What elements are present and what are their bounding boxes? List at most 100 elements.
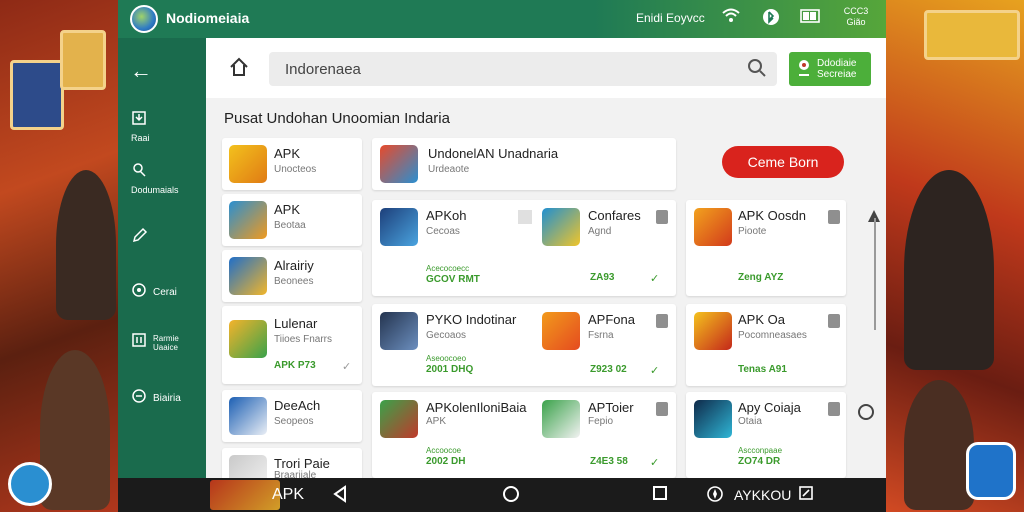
bookmark-icon[interactable] [828,210,840,224]
app-tag: Zeng AYZ [738,272,784,283]
list-item-title: Alrairiy [274,258,314,273]
app-tag: Z923 02 [590,364,627,375]
app-subtitle: Otaia [738,416,762,427]
download-icon [131,110,206,131]
account-button-line2: Secreiae [817,69,857,80]
sidebar-item-edit[interactable] [118,226,206,249]
list-item[interactable]: Lulenar Tiioes Fnarrs APK P73 ✓ [222,306,362,384]
bookmark-icon[interactable] [828,314,840,328]
app-card[interactable]: APKoh Cecoas Acecocoecc GCOV RMT Confare… [372,200,676,296]
app-card[interactable]: APK Oosdn Pioote Zeng AYZ [686,200,846,296]
list-item[interactable]: Alrairiy Beonees [222,250,362,302]
app-small-text: Accoocoe [426,446,462,455]
app-small-text: Aseoocoeo [426,354,467,363]
app-logo-icon [130,5,158,33]
app-preview-thumbnail [210,480,280,510]
list-item-subtitle: Seopeos [274,416,314,427]
main-panel: Ddodiaie Secreiae Pusat Undohan Unoomian… [206,38,886,478]
edit-square-icon[interactable] [798,485,814,507]
status-text: Enidi Eoyvcc [636,11,705,25]
app-card[interactable]: PYKO Indotinar Gecoaos Aseoocoeo 2001 DH… [372,304,676,386]
app-icon [229,455,267,478]
account-button-line1: Ddodiaie [817,58,857,69]
list-item[interactable]: DeeAch Seopeos [222,390,362,442]
search-icon[interactable] [747,58,767,83]
scroll-thumb[interactable] [858,404,874,420]
sidebar-item-library[interactable]: Biairia [118,388,206,409]
sidebar-item-rotate[interactable]: Rarmie Uaaice [118,332,206,353]
bookmark-icon[interactable] [656,210,668,224]
sidebar: ← Raai Dodumaials Cerai Rarmie Uaaice Bi… [118,38,206,512]
sidebar-item-label: Raai [131,133,150,143]
app-icon [229,257,267,295]
app-subtitle: APK [426,416,447,427]
pin-icon [131,162,206,183]
featured-subtitle: Urdeaote [428,164,470,175]
back-icon[interactable] [332,485,348,509]
account-button[interactable]: Ddodiaie Secreiae [789,52,871,86]
app-subtitle: Gecoaos [426,330,467,341]
bookmark-icon[interactable] [656,402,668,416]
app-card[interactable]: APKolenIloniBaia APK Accoocoe 2002 DH AP… [372,392,676,478]
check-icon: ✓ [650,273,660,285]
person-illustration [904,170,994,370]
list-item-subtitle: Braariiale [274,470,317,478]
sidebar-item-documents[interactable]: Dodumaials [118,162,206,196]
sidebar-item-downloads[interactable]: Raai [118,110,206,144]
recents-square-icon[interactable] [652,485,668,507]
status-badge: CCC3 Gião [843,6,869,27]
check-icon: ✓ [650,365,660,377]
app-tag: ZO74 DR [738,456,781,467]
search-bar[interactable] [269,52,777,86]
bookmark-icon[interactable] [828,402,840,416]
app-subtitle: Agnd [588,226,612,237]
app-small-text: Ascconpaae [738,446,783,455]
app-tag: 2001 DHQ [426,364,474,375]
home-icon[interactable] [228,56,250,84]
featured-card[interactable]: UndonelAN Unadnaria Urdeaote [372,138,676,190]
user-pin-icon [797,59,811,80]
app-icon [229,397,267,435]
home-circle-icon[interactable] [502,485,520,509]
app-icon [542,312,580,350]
scrollbar-track[interactable] [874,218,876,330]
app-subtitle: Pocomneasaes [738,330,807,341]
app-card[interactable]: Apy Coiaja Otaia Ascconpaae ZO74 DR [686,392,846,478]
sidebar-item-label: Rarmie Uaaice [153,333,179,352]
app-icon [229,320,267,358]
app-icon [380,312,418,350]
sidebar-item-settings[interactable]: Cerai [118,282,206,303]
app-title: APKoh [426,208,467,223]
rotate-icon [131,332,147,353]
primary-action-button[interactable]: Ceme Born [722,146,844,178]
app-title: APK Oa [738,312,785,327]
compass-icon[interactable] [706,485,724,509]
search-input[interactable] [269,52,729,86]
app-tag: ZA93 [590,272,615,283]
app-title: APK Oosdn [738,208,806,223]
navigation-bar: APK AYKKOU [118,478,886,512]
list-item[interactable]: Trori Paie Braariiale [222,448,362,478]
app-subtitle: Pioote [738,226,767,237]
list-item[interactable]: APK Beotaa [222,194,362,246]
app-logo-a-icon [966,442,1016,500]
list-item-title: Trori Paie [274,456,330,471]
top-toolbar: Ddodiaie Secreiae [206,38,886,98]
bookmark-icon[interactable] [656,314,668,328]
list-item[interactable]: APK Unocteos [222,138,362,190]
gear-icon [131,282,147,303]
back-arrow-icon[interactable]: ← [130,60,152,82]
pencil-icon [131,226,206,249]
sidebar-item-label: Biairia [153,393,181,404]
poster-card [924,10,1020,60]
app-title: APKolenIloniBaia [426,400,527,415]
app-icon [542,400,580,438]
app-icon [380,400,418,438]
bluetooth-icon [762,8,780,32]
app-tag: GCOV RMT [426,274,480,285]
app-title: APToier [588,400,634,415]
right-poster-background [884,0,1024,512]
app-title: APFona [588,312,635,327]
app-card[interactable]: APK Oa Pocomneasaes Tenas A91 [686,304,846,386]
app-icon [542,208,580,246]
